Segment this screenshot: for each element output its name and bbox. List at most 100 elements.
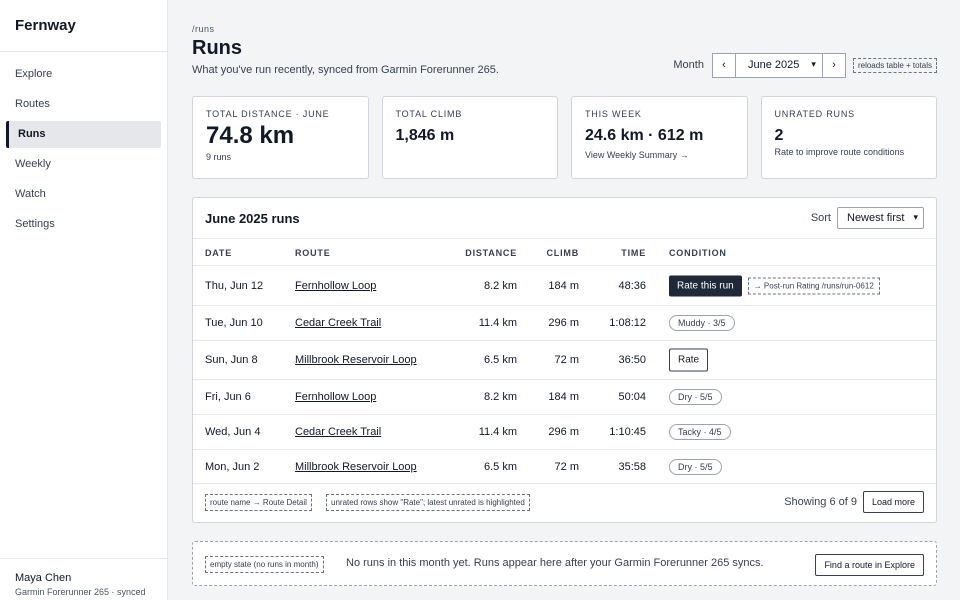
condition-pill: Muddy · 3/5 (669, 315, 735, 331)
route-link[interactable]: Cedar Creek Trail (295, 317, 381, 329)
page-subtitle: What you've run recently, synced from Ga… (192, 64, 499, 76)
run-condition: Rate this run → Post-run Rating /runs/ru… (669, 275, 880, 296)
load-more-button[interactable]: Load more (862, 491, 924, 513)
run-condition: Dry · 5/5 (669, 389, 722, 405)
breadcrumb: /runs (192, 24, 215, 34)
run-climb: 72 m (554, 460, 579, 473)
sort-select[interactable]: Newest first ▾ (837, 207, 924, 229)
run-distance: 6.5 km (483, 354, 517, 366)
card-label: This week (585, 109, 642, 119)
sidebar-item-runs[interactable]: Runs (6, 121, 161, 148)
device-status: Garmin Forerunner 265 · synced (15, 587, 146, 597)
sidebar-item-weekly[interactable]: Weekly (6, 151, 161, 178)
route-link[interactable]: Fernhollow Loop (295, 391, 376, 403)
empty-state-annotation: empty state (no runs in month) (205, 556, 324, 573)
reload-annotation: reloads table + totals (852, 57, 937, 73)
run-distance: 8.2 km (483, 391, 517, 403)
sidebar-item-settings[interactable]: Settings (6, 211, 161, 238)
column-header-route: Route (295, 248, 331, 258)
table-row: Mon, Jun 2 Millbrook Reservoir Loop 6.5 … (193, 450, 936, 484)
sidebar-item-explore[interactable]: Explore (6, 61, 161, 88)
month-select-value: June 2025 (747, 58, 800, 71)
run-distance: 11.4 km (478, 426, 517, 438)
run-climb: 184 m (548, 279, 579, 292)
showing-count: Showing 6 of 9 (784, 496, 857, 508)
run-climb: 184 m (548, 391, 579, 403)
table-row: Tue, Jun 10 Cedar Creek Trail 11.4 km 29… (193, 306, 936, 341)
card-value: 24.6 km · 612 m (585, 127, 704, 144)
table-row: Fri, Jun 6 Fernhollow Loop 8.2 km 184 m … (193, 380, 936, 415)
run-date: Thu, Jun 12 (205, 279, 264, 292)
brand-logo: Fernway (0, 0, 167, 52)
run-condition: Tacky · 4/5 (669, 424, 731, 440)
rating-route-annotation: → Post-run Rating /runs/run-0612 (747, 277, 880, 294)
route-link[interactable]: Cedar Creek Trail (295, 426, 381, 438)
run-condition: Rate (669, 348, 709, 372)
find-route-button[interactable]: Find a route in Explore (815, 554, 924, 576)
run-condition: Dry · 5/5 (669, 458, 722, 475)
weekly-summary-link[interactable]: View Weekly Summary → (585, 150, 734, 160)
stat-card-unrated-runs: Unrated runs 2 Rate to improve route con… (760, 96, 937, 179)
run-climb: 296 m (548, 426, 579, 438)
run-climb: 72 m (554, 354, 579, 366)
run-time: 35:58 (618, 460, 646, 473)
card-label: Total climb (395, 109, 463, 119)
sidebar-item-routes[interactable]: Routes (6, 91, 161, 118)
column-header-date: Date (205, 248, 233, 258)
table-footer: route name → Route Detail unrated rows s… (193, 482, 936, 522)
user-name: Maya Chen (15, 572, 72, 584)
condition-pill: Dry · 5/5 (669, 458, 722, 475)
column-header-distance: Distance (465, 248, 517, 258)
month-select[interactable]: June 2025 ▾ (735, 52, 822, 78)
column-header-condition: Condition (669, 248, 727, 258)
stat-cards: Total distance · June 74.8 km 9 runs Tot… (192, 96, 937, 179)
account-footer: Maya Chen Garmin Forerunner 265 · synced (0, 558, 168, 600)
card-sub: Rate to improve route conditions (774, 147, 905, 157)
condition-pill: Dry · 5/5 (669, 389, 722, 405)
empty-state-panel: empty state (no runs in month) No runs i… (192, 541, 937, 586)
run-date: Fri, Jun 6 (205, 391, 251, 403)
card-value: 1,846 m (395, 127, 455, 144)
run-date: Mon, Jun 2 (205, 460, 260, 473)
sidebar-nav: Explore Routes Runs Weekly Watch Setting… (0, 52, 167, 238)
run-climb: 296 m (548, 317, 579, 329)
run-date: Tue, Jun 10 (205, 317, 263, 329)
empty-state-message: No runs in this month yet. Runs appear h… (346, 557, 764, 569)
chevron-down-icon: ▾ (811, 58, 816, 69)
run-time: 1:08:12 (609, 317, 646, 329)
card-label: Total distance · June (206, 109, 330, 119)
card-value: 2 (774, 127, 784, 144)
card-label: Unrated runs (774, 109, 855, 119)
sidebar-item-watch[interactable]: Watch (6, 181, 161, 208)
run-time: 50:04 (618, 391, 646, 403)
rate-button[interactable]: Rate (669, 348, 709, 372)
sidebar: Fernway Explore Routes Runs Weekly Watch… (0, 0, 168, 600)
run-distance: 6.5 km (483, 460, 517, 473)
run-time: 48:36 (618, 279, 646, 292)
sort-select-value: Newest first (847, 212, 905, 224)
route-link[interactable]: Fernhollow Loop (295, 280, 376, 292)
table-header-bar: June 2025 runs Sort Newest first ▾ (193, 198, 936, 238)
prev-month-button[interactable]: ‹ (711, 52, 736, 78)
sort-label: Sort (810, 212, 831, 224)
run-date: Wed, Jun 4 (205, 426, 261, 438)
table-row: Wed, Jun 4 Cedar Creek Trail 11.4 km 296… (193, 415, 936, 450)
run-distance: 8.2 km (483, 279, 517, 292)
next-month-button[interactable]: › (821, 52, 846, 78)
column-header-time: Time (621, 248, 646, 258)
page-title: Runs (192, 37, 242, 59)
run-condition: Muddy · 3/5 (669, 315, 735, 331)
stat-card-this-week: This week 24.6 km · 612 m View Weekly Su… (571, 96, 748, 179)
table-row: Sun, Jun 8 Millbrook Reservoir Loop 6.5 … (193, 341, 936, 380)
month-picker: Month ‹ June 2025 ▾ › reloads table + to… (673, 52, 937, 78)
table-row: Thu, Jun 12 Fernhollow Loop 8.2 km 184 m… (193, 266, 936, 306)
runs-table-panel: June 2025 runs Sort Newest first ▾ Date … (192, 197, 937, 523)
main-content: /runs Runs What you've run recently, syn… (192, 0, 937, 600)
rate-this-run-button[interactable]: Rate this run (669, 275, 742, 296)
run-date: Sun, Jun 8 (205, 354, 258, 366)
route-link[interactable]: Millbrook Reservoir Loop (295, 354, 417, 366)
route-link[interactable]: Millbrook Reservoir Loop (295, 461, 417, 473)
run-time: 36:50 (618, 354, 646, 366)
run-time: 1:10:45 (609, 426, 646, 438)
stat-card-total-climb: Total climb 1,846 m (381, 96, 558, 179)
